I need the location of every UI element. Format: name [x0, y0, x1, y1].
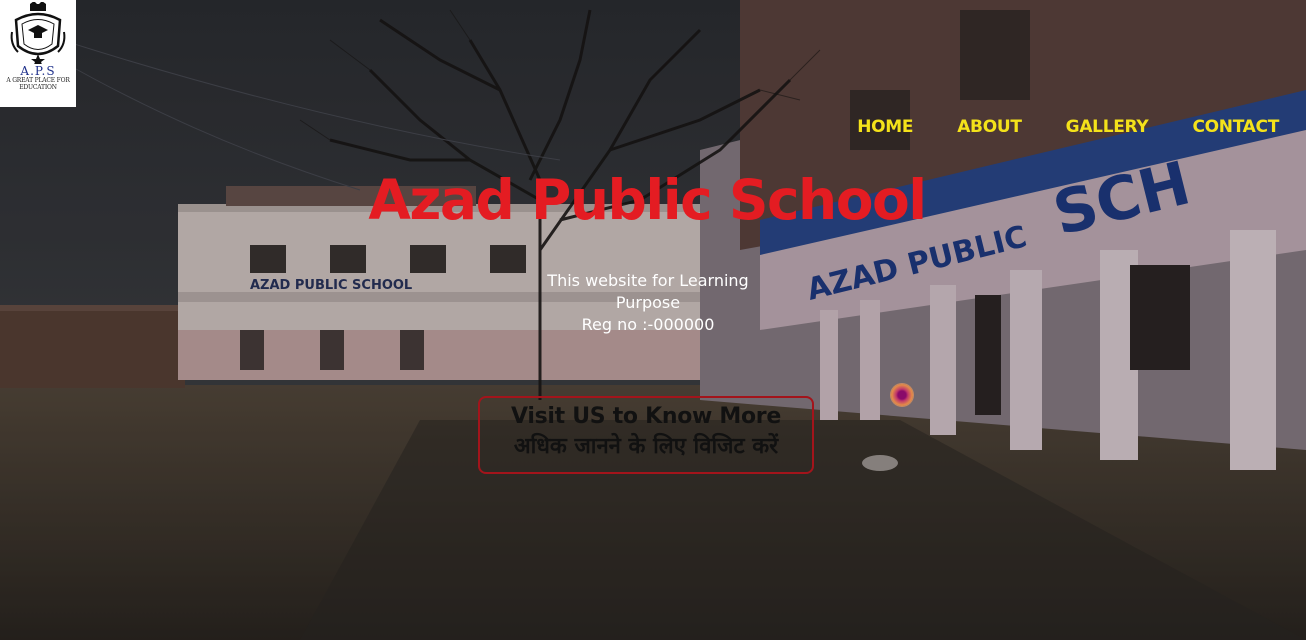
- page: AZAD PUBLIC SCHOOL AZAD PUBLIC SCH A.P.S…: [0, 0, 1306, 640]
- subtitle-line-2: Purpose: [615, 293, 681, 312]
- logo-tagline-line1: A GREAT PLACE FOR: [6, 77, 70, 84]
- hero-subtitle: This website for Learning Purpose Reg no…: [526, 270, 770, 336]
- subtitle-line-1: This website for Learning: [547, 271, 749, 290]
- cursor-indicator-icon: [891, 384, 913, 406]
- nav-gallery[interactable]: GALLERY: [1066, 117, 1149, 137]
- school-logo[interactable]: A.P.S A GREAT PLACE FOR EDUCATION: [0, 0, 76, 107]
- main-nav: HOME ABOUT GALLERY CONTACT: [857, 117, 1279, 137]
- logo-tagline-line2: EDUCATION: [19, 84, 57, 91]
- visit-us-button[interactable]: Visit US to Know More अधिक जानने के लिए …: [478, 396, 814, 474]
- nav-home[interactable]: HOME: [857, 117, 913, 137]
- hero-title: Azad Public School: [368, 168, 927, 232]
- registration-number: Reg no :-000000: [581, 315, 715, 334]
- nav-about[interactable]: ABOUT: [957, 117, 1022, 137]
- visit-us-english-label: Visit US to Know More: [511, 404, 781, 429]
- visit-us-hindi-label: अधिक जानने के लिए विजिट करें: [513, 434, 779, 459]
- nav-contact[interactable]: CONTACT: [1192, 117, 1279, 137]
- logo-abbreviation: A.P.S: [20, 64, 56, 78]
- crest-icon: [10, 2, 66, 64]
